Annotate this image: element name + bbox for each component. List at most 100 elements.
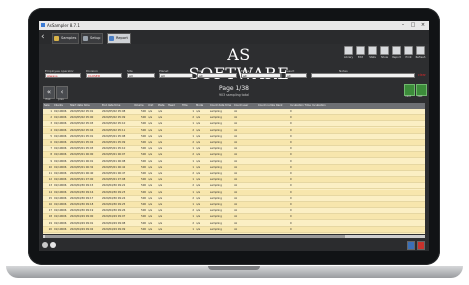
- maximize-icon[interactable]: □: [408, 21, 418, 30]
- table-cell: 01/19006: [54, 221, 67, 225]
- table-row[interactable]: 6 01/19006 2020/05/01 05:02 2020/05/01 05:0…: [43, 140, 425, 146]
- horizontal-scrollbar[interactable]: [43, 235, 425, 238]
- table-row[interactable]: 14 01/19006 2020/04/30 09:16 2020/04/30 09:…: [43, 189, 425, 196]
- table-cell: n/a: [158, 209, 163, 213]
- table-row[interactable]: 2 01/19006 2020/05/02 05:00 2020/05/02 05:0…: [43, 115, 425, 122]
- table-cell: ok: [234, 153, 238, 157]
- table-row[interactable]: 16 01/19006 2020/04/30 09:18 2020/04/30 09:…: [43, 202, 425, 208]
- table-cell: [258, 202, 274, 208]
- table-cell: 2020/04/30 09:22: [102, 184, 126, 188]
- table-cell: 2020/04/29 09:01: [70, 221, 94, 225]
- table-cell: 2020/05/01 06:32: [70, 165, 94, 169]
- table-cell: [258, 140, 274, 146]
- table-cell: [312, 202, 332, 208]
- table-cell: 18: [48, 215, 52, 219]
- stats-icon: [368, 46, 377, 55]
- table-cell: n/a: [158, 221, 163, 225]
- toolbar-report-button[interactable]: Report: [391, 45, 402, 63]
- table-cell: ok: [234, 122, 238, 126]
- table-row[interactable]: 10 01/19006 2020/05/01 06:32 2020/05/01 06:…: [43, 164, 425, 171]
- toolbar-show-button[interactable]: Show: [379, 45, 390, 63]
- edit-icon: [356, 46, 365, 55]
- table-cell: 01/19006: [54, 153, 67, 157]
- filter-planet-select[interactable]: All: [159, 73, 193, 78]
- refresh-icon: [416, 46, 425, 55]
- export-button[interactable]: [407, 241, 415, 250]
- filter-site-select[interactable]: All: [127, 73, 155, 78]
- table-cell: 2020/05/01 06:00: [70, 153, 94, 157]
- table-cell: 0: [290, 172, 292, 175]
- table-cell: [258, 109, 274, 115]
- table-cell: 10: [48, 165, 52, 169]
- scrollbar-thumb[interactable]: [45, 235, 345, 238]
- table-row[interactable]: 19 01/19006 2020/04/29 09:01 2020/04/29 09:…: [43, 221, 425, 227]
- table-cell: 2020/05/02 05:11: [102, 128, 126, 132]
- table-row[interactable]: 12 01/19006 2020/05/01 07:00 2020/05/01 07:…: [43, 177, 425, 184]
- table-row[interactable]: 3 01/19006 2020/05/02 05:03 2020/05/02 05:1…: [43, 121, 425, 128]
- toolbar-stats-button[interactable]: Stats: [367, 45, 378, 63]
- library-icon: [344, 46, 353, 55]
- table-cell: [258, 121, 274, 127]
- table-cell: 5: [50, 134, 52, 138]
- table-row[interactable]: 7 01/19006 2020/05/01 05:03 2020/05/01 05:1…: [43, 146, 425, 153]
- table-cell: n/a: [196, 227, 201, 231]
- minimize-icon[interactable]: –: [398, 21, 408, 30]
- table-cell: [276, 196, 288, 202]
- pdf-export-button[interactable]: [417, 241, 425, 250]
- table-cell: 01/19006: [54, 172, 67, 175]
- table-cell: n/a: [196, 178, 201, 182]
- table-row[interactable]: 20 01/19006 2020/04/29 09:02 2020/04/29 09:…: [43, 226, 425, 233]
- tab-report[interactable]: Report: [107, 33, 131, 44]
- tab-samples[interactable]: Samples: [52, 33, 80, 44]
- filter-notes-input[interactable]: [311, 73, 415, 78]
- table-cell: n/a: [148, 153, 153, 157]
- table-cell: ok: [234, 190, 238, 194]
- table-cell: n/a: [158, 196, 163, 200]
- table-row[interactable]: 4 01/19006 2020/05/02 05:04 2020/05/02 05:1…: [43, 127, 425, 134]
- filter-mode-select[interactable]: all: [241, 73, 281, 78]
- table-cell: [168, 171, 180, 177]
- table-row[interactable]: 11 01/19006 2020/05/01 06:40 2020/05/01 06:…: [43, 171, 425, 177]
- table-cell: [312, 183, 332, 189]
- table-cell: [168, 165, 180, 171]
- filter-division-select[interactable]: CLOSED: [86, 73, 122, 78]
- table-cell: [276, 115, 288, 121]
- table-row[interactable]: 5 01/19006 2020/05/01 05:01 2020/05/01 05:0…: [43, 134, 425, 140]
- close-icon[interactable]: ×: [418, 21, 428, 30]
- table-cell: 9: [50, 159, 52, 163]
- table-row[interactable]: 18 01/19006 2020/04/29 09:00 2020/04/29 09:…: [43, 214, 425, 221]
- table-cell: sampling: [210, 147, 222, 151]
- table-cell: 1: [192, 147, 194, 151]
- tab-setup[interactable]: Setup: [81, 33, 104, 44]
- table-row[interactable]: 9 01/19006 2020/05/01 06:01 2020/05/01 06:0…: [43, 159, 425, 165]
- table-cell: ok: [234, 110, 238, 113]
- toolbar-edit-button[interactable]: Edit: [355, 45, 366, 63]
- table-row[interactable]: 15 01/19006 2020/04/30 09:17 2020/04/30 09:…: [43, 196, 425, 202]
- table-row[interactable]: 17 01/19006 2020/04/30 09:19 2020/04/30 09:…: [43, 208, 425, 215]
- toolbar-print-button[interactable]: Print: [403, 45, 414, 63]
- table-cell: 01/19006: [54, 165, 67, 169]
- table-cell: [168, 208, 180, 214]
- table-cell: 500: [141, 172, 146, 175]
- back-arrow-icon[interactable]: ‹: [41, 32, 49, 42]
- samples-icon: [54, 35, 59, 41]
- table-cell: n/a: [158, 122, 163, 126]
- table-cell: n/a: [158, 147, 163, 151]
- toolbar-refresh-button[interactable]: Refresh: [415, 45, 426, 63]
- table-row[interactable]: 13 01/19006 2020/04/30 09:15 2020/04/30 09:…: [43, 183, 425, 190]
- clear-filters-link[interactable]: clear: [418, 73, 426, 77]
- table-cell: 2020/04/29 09:00: [70, 215, 94, 219]
- filter-bar: Employee operator Always Division CLOSED…: [39, 69, 429, 83]
- filter-plan-select[interactable]: all: [197, 73, 237, 78]
- table-cell: 2020/05/02 05:09: [102, 116, 126, 120]
- toolbar-library-button[interactable]: Library: [343, 45, 354, 63]
- filter-result-select[interactable]: all: [285, 73, 307, 78]
- tab-label: Samples: [61, 36, 77, 40]
- filter-employee-select[interactable]: Always: [45, 73, 81, 78]
- table-row[interactable]: 8 01/19006 2020/05/01 06:00 2020/05/01 06:0…: [43, 152, 425, 159]
- table-row[interactable]: 1 01/19006 2020/05/02 05:01 2020/05/02 05:0…: [43, 109, 425, 115]
- table-cell: [168, 152, 180, 158]
- app-icon: [41, 23, 45, 27]
- table-cell: n/a: [196, 196, 201, 200]
- pager-label: last: [417, 95, 423, 98]
